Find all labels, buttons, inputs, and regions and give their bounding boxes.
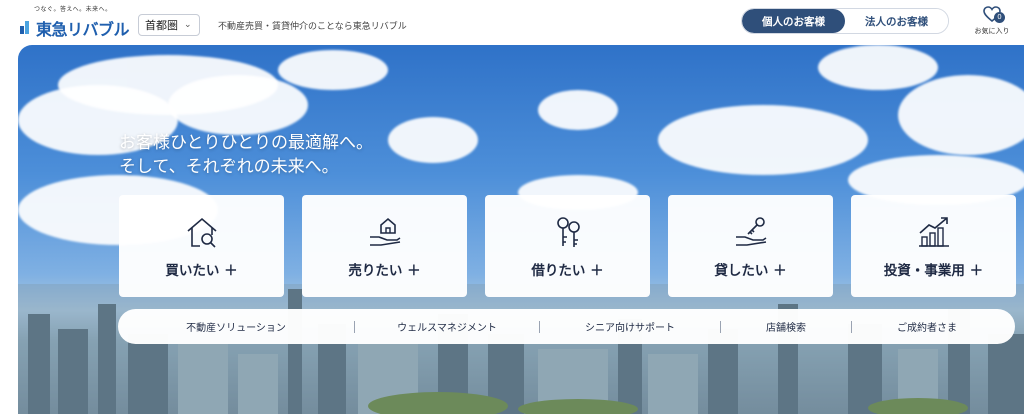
logo-text: 東急リバブル [36,20,130,39]
cloud [818,45,938,90]
region-label: 首都圏 [145,19,178,32]
card-lease-label: 貸したい ＋ [714,263,787,279]
cloud [278,50,388,90]
site-header: つなぐ。答えへ。未来へ。 東急リバブル 首都圏 ⌄ 不動産売買・賃貸仲介のことな… [0,0,1024,44]
card-lease[interactable]: 貸したい ＋ [668,195,833,297]
brand-logo[interactable]: つなぐ。答えへ。未来へ。 東急リバブル [20,4,130,40]
subnav-store-search[interactable]: 店舗検索 [721,319,851,334]
customer-type-toggle: 個人のお客様 法人のお客様 [741,8,949,34]
header-tagline: 不動産売買・賃貸仲介のことなら東急リバブル [218,22,407,32]
house-search-icon [186,217,217,248]
favorites-label: お気に入り [974,27,1010,35]
card-sell[interactable]: 売りたい ＋ [302,195,467,297]
chevron-down-icon: ⌄ [184,20,192,30]
hero-headline-line2: そして、それぞれの未来へ。 [119,157,339,177]
cloud [898,75,1024,155]
card-sell-label: 売りたい ＋ [348,263,421,279]
hero-headline: お客様ひとりひとりの最適解へ。 そして、それぞれの未来へ。 [119,131,373,179]
hand-house-icon [369,217,400,246]
logo-mark-icon [20,21,29,34]
city-skyline [18,284,1024,414]
card-buy-label: 買いたい ＋ [165,263,238,279]
card-rent[interactable]: 借りたい ＋ [485,195,650,297]
cloud [538,90,618,130]
segment-corporate-button[interactable]: 法人のお客様 [845,9,948,33]
cloud [388,117,478,163]
segment-individual-button[interactable]: 個人のお客様 [742,9,845,33]
sub-navigation: 不動産ソリューション ウェルスマネジメント シニア向けサポート 店舗検索 ご成約… [118,309,1015,344]
card-invest-label: 投資・事業用 ＋ [883,263,984,279]
growth-chart-icon [918,217,949,247]
subnav-wealth-management[interactable]: ウェルスマネジメント [355,319,539,334]
subnav-senior-support[interactable]: シニア向けサポート [540,319,720,334]
card-buy[interactable]: 買いたい ＋ [119,195,284,297]
hero-banner: お客様ひとりひとりの最適解へ。 そして、それぞれの未来へ。 買いたい ＋ 売りた… [18,45,1024,414]
hero-headline-line1: お客様ひとりひとりの最適解へ。 [119,133,373,153]
favorites-button[interactable]: 0 お気に入り [972,6,1012,40]
logo-tagline: つなぐ。答えへ。未来へ。 [34,6,112,13]
card-invest[interactable]: 投資・事業用 ＋ [851,195,1016,297]
card-rent-label: 借りたい ＋ [531,263,604,279]
favorites-count-badge: 0 [994,12,1005,23]
cloud [658,105,868,175]
subnav-real-estate-solution[interactable]: 不動産ソリューション [118,319,354,334]
keys-icon [556,217,580,247]
region-select[interactable]: 首都圏 ⌄ [138,14,200,36]
cloud [168,75,308,135]
hand-key-icon [735,217,766,246]
subnav-contracted-customers[interactable]: ご成約者さま [852,319,1002,334]
